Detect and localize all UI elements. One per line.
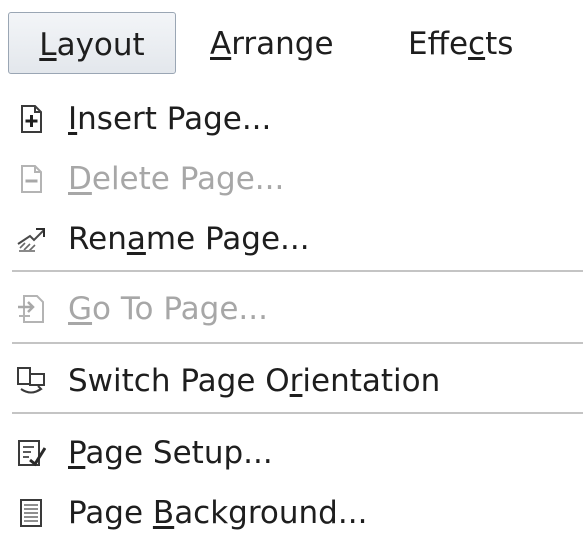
menu-arrange[interactable]: Arrange [210, 12, 334, 76]
menu-item-insert-page-label: Insert Page... [68, 101, 272, 137]
menu-separator [12, 270, 583, 272]
rename-page-icon [16, 224, 46, 254]
menu-effects-label: Effects [408, 26, 514, 62]
menu-bar: Layout Arrange Effects [0, 0, 583, 82]
menu-item-insert-page[interactable]: Insert Page... [6, 90, 583, 148]
go-to-page-icon [16, 294, 46, 324]
page-setup-icon [16, 438, 47, 468]
menu-arrange-label: Arrange [210, 26, 334, 62]
menu-item-switch-page-orientation-label: Switch Page Orientation [68, 363, 441, 399]
menu-item-switch-page-orientation[interactable]: Switch Page Orientation [6, 352, 583, 410]
menu-item-page-setup[interactable]: Page Setup... [6, 424, 583, 482]
switch-orientation-icon [16, 366, 46, 396]
menu-item-rename-page-label: Rename Page... [68, 221, 310, 257]
menu-effects[interactable]: Effects [408, 12, 513, 76]
menu-item-delete-page-label: Delete Page... [68, 161, 285, 197]
menu-item-rename-page[interactable]: Rename Page... [6, 210, 583, 268]
menu-item-go-to-page[interactable]: Go To Page... [6, 280, 583, 338]
menu-separator [12, 342, 583, 344]
menu-item-page-background[interactable]: Page Background... [6, 484, 583, 542]
menu-item-delete-page[interactable]: Delete Page... [6, 150, 583, 208]
menu-item-go-to-page-label: Go To Page... [68, 291, 268, 327]
layout-dropdown-menu: Insert Page... Delete Page... Rename Pag… [6, 82, 583, 538]
menu-item-page-background-label: Page Background... [68, 495, 368, 531]
page-background-icon [16, 498, 46, 528]
menu-layout[interactable]: Layout [8, 12, 176, 74]
insert-page-icon [16, 104, 46, 134]
menu-separator [12, 412, 583, 414]
menu-item-page-setup-label: Page Setup... [68, 435, 273, 471]
menu-layout-label: Layout [39, 27, 145, 63]
delete-page-icon [16, 164, 46, 194]
